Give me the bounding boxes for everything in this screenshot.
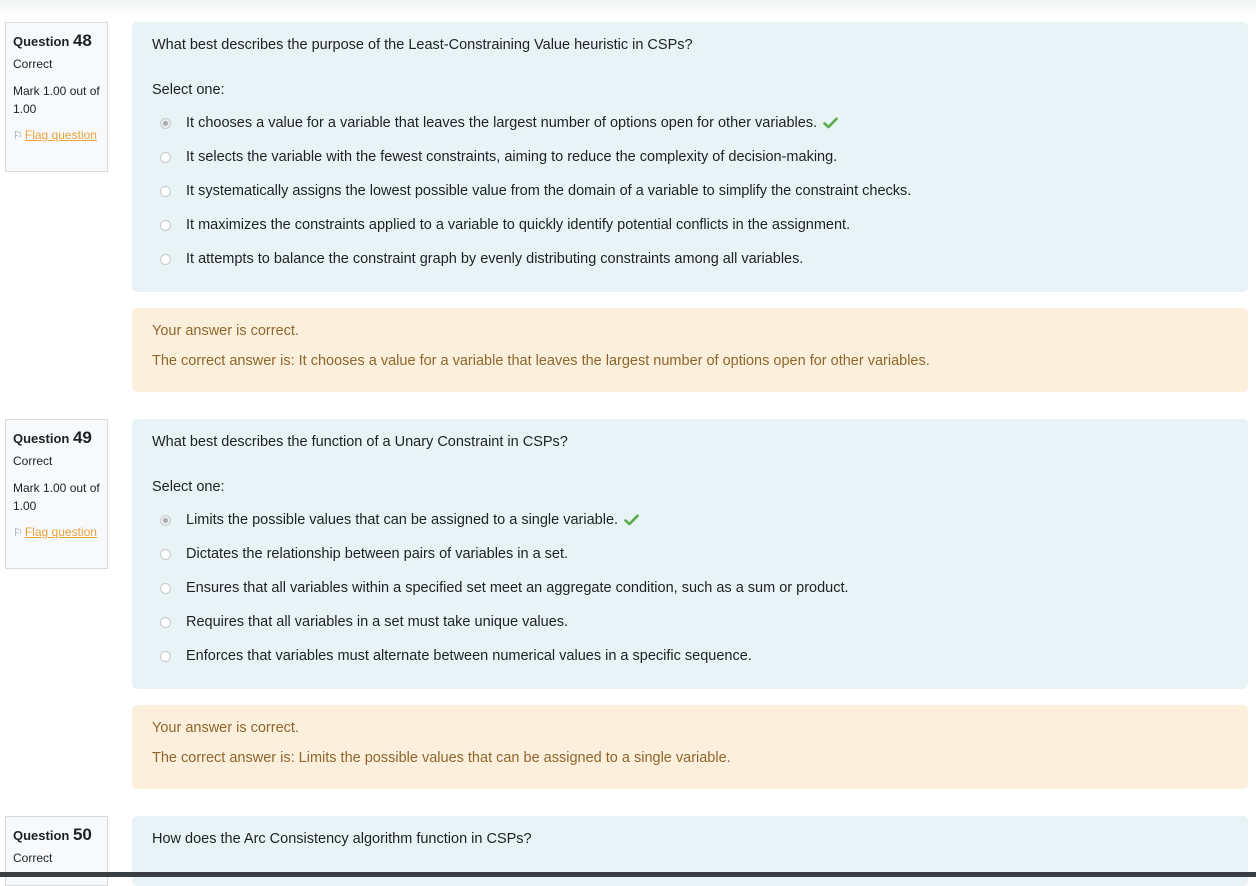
answer-option[interactable]: It attempts to balance the constraint gr…: [152, 242, 911, 276]
answer-label: Requires that all variables in a set mus…: [186, 614, 569, 630]
flag-icon: ⚐: [13, 527, 23, 539]
question-number: Question 50: [13, 825, 100, 846]
question-label: Question: [13, 34, 70, 49]
answer-label: Limits the possible values that can be a…: [186, 512, 619, 528]
question-formulation-48: What best describes the purpose of the L…: [132, 22, 1248, 292]
answer-option[interactable]: Ensures that all variables within a spec…: [152, 571, 849, 605]
radio-button[interactable]: [160, 253, 171, 265]
radio-button-selected[interactable]: [160, 117, 171, 129]
question-text: What best describes the function of a Un…: [152, 434, 568, 450]
answer-options: It chooses a value for a variable that l…: [152, 106, 911, 276]
feedback-correct-answer: The correct answer is: Limits the possib…: [152, 750, 731, 766]
answer-option[interactable]: It maximizes the constraints applied to …: [152, 208, 911, 242]
question-number: Question 48: [13, 31, 100, 52]
question-label: Question: [13, 828, 70, 843]
radio-button[interactable]: [160, 548, 171, 560]
feedback-status: Your answer is correct.: [152, 720, 299, 736]
answer-options: Limits the possible values that can be a…: [152, 503, 849, 673]
question-number: Question 49: [13, 428, 100, 449]
answer-label: It systematically assigns the lowest pos…: [186, 183, 912, 199]
radio-button[interactable]: [160, 650, 171, 662]
radio-button[interactable]: [160, 185, 171, 197]
question-info-49: Question 49 Correct Mark 1.00 out of 1.0…: [5, 419, 108, 569]
flag-question-label[interactable]: Flag question: [25, 128, 97, 142]
question-state: Correct: [13, 851, 53, 865]
feedback-box-48: Your answer is correct. The correct answ…: [132, 308, 1248, 392]
question-text: What best describes the purpose of the L…: [152, 37, 693, 53]
question-num: 48: [72, 31, 92, 50]
question-label: Question: [13, 431, 70, 446]
answer-option[interactable]: It selects the variable with the fewest …: [152, 140, 911, 174]
question-info-48: Question 48 Correct Mark 1.00 out of 1.0…: [5, 22, 108, 172]
question-text: How does the Arc Consistency algorithm f…: [152, 831, 532, 847]
radio-button[interactable]: [160, 219, 171, 231]
answer-option[interactable]: Requires that all variables in a set mus…: [152, 605, 849, 639]
question-state: Correct: [13, 454, 53, 468]
question-state: Correct: [13, 57, 53, 71]
flag-question-link[interactable]: ⚐ Flag question: [13, 126, 100, 145]
question-num: 50: [72, 825, 92, 844]
bottom-bar: [0, 872, 1256, 877]
flag-question-link[interactable]: ⚐ Flag question: [13, 523, 100, 542]
answer-label: It chooses a value for a variable that l…: [186, 115, 818, 131]
question-grade: Mark 1.00 out of 1.00: [13, 481, 100, 513]
answer-label: Dictates the relationship between pairs …: [186, 546, 569, 562]
feedback-status: Your answer is correct.: [152, 323, 299, 339]
check-icon: [624, 514, 639, 526]
answer-option[interactable]: Enforces that variables must alternate b…: [152, 639, 849, 673]
answer-label: It selects the variable with the fewest …: [186, 149, 838, 165]
question-num: 49: [72, 428, 92, 447]
answer-label: It attempts to balance the constraint gr…: [186, 251, 804, 267]
check-icon: [823, 117, 838, 129]
answer-option[interactable]: It systematically assigns the lowest pos…: [152, 174, 911, 208]
answer-option[interactable]: It chooses a value for a variable that l…: [152, 106, 911, 140]
flag-icon: ⚐: [13, 130, 23, 142]
top-fade: [0, 0, 1256, 18]
answer-label: Enforces that variables must alternate b…: [186, 648, 752, 664]
flag-question-label[interactable]: Flag question: [25, 525, 97, 539]
radio-button[interactable]: [160, 582, 171, 594]
feedback-correct-answer: The correct answer is: It chooses a valu…: [152, 353, 930, 369]
radio-button[interactable]: [160, 151, 171, 163]
radio-button[interactable]: [160, 616, 171, 628]
answer-option[interactable]: Limits the possible values that can be a…: [152, 503, 849, 537]
answer-option[interactable]: Dictates the relationship between pairs …: [152, 537, 849, 571]
answer-label: Ensures that all variables within a spec…: [186, 580, 849, 596]
question-formulation-49: What best describes the function of a Un…: [132, 419, 1248, 689]
radio-button-selected[interactable]: [160, 514, 171, 526]
feedback-box-49: Your answer is correct. The correct answ…: [132, 705, 1248, 789]
answer-label: It maximizes the constraints applied to …: [186, 217, 851, 233]
select-one-prompt: Select one:: [152, 82, 225, 98]
select-one-prompt: Select one:: [152, 479, 225, 495]
question-grade: Mark 1.00 out of 1.00: [13, 84, 100, 116]
